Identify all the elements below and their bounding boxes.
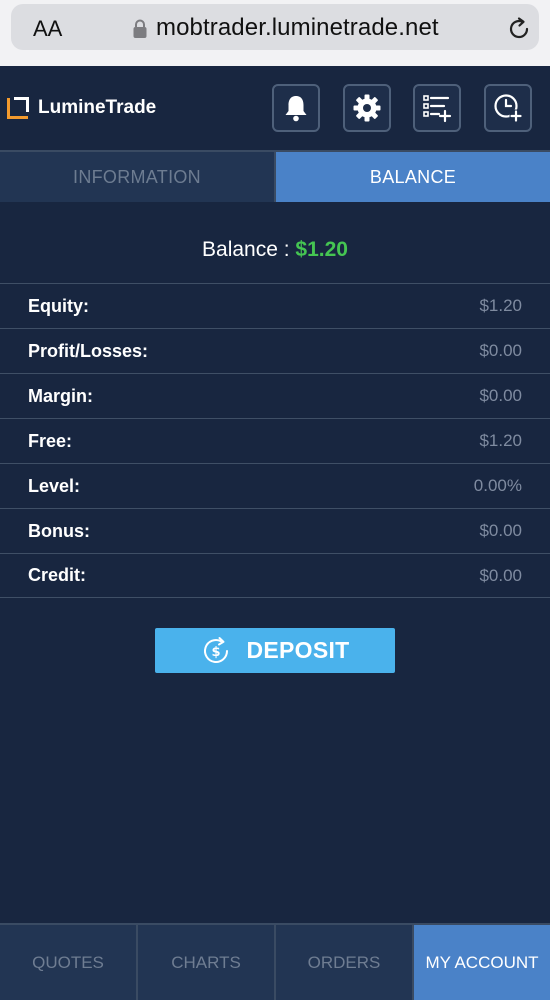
balance-label: Balance : <box>202 238 296 261</box>
row-label: Credit: <box>28 565 86 585</box>
browser-bar: AA mobtrader.luminetrade.net <box>0 0 550 66</box>
reload-icon[interactable] <box>506 16 532 42</box>
nav-quotes[interactable]: QUOTES <box>0 923 138 1000</box>
pending-order-button[interactable] <box>484 84 532 132</box>
row-value: 0.00% <box>473 476 522 495</box>
gear-icon <box>353 94 381 122</box>
app-header: LumineTrade <box>0 66 550 150</box>
row-label: Equity: <box>28 295 89 316</box>
row-value: $1.20 <box>479 296 522 315</box>
row-value: $0.00 <box>479 521 522 540</box>
row-free: Free: $1.20 <box>0 418 550 463</box>
text-size-button[interactable]: AA <box>33 16 62 42</box>
row-label: Bonus: <box>28 520 90 541</box>
brand-logo-icon <box>7 97 29 119</box>
row-value: $0.00 <box>479 565 522 585</box>
svg-text:$: $ <box>212 645 221 660</box>
row-level: Level: 0.00% <box>0 463 550 508</box>
account-details: Equity: $1.20 Profit/Losses: $0.00 Margi… <box>0 283 550 598</box>
address-bar[interactable]: AA mobtrader.luminetrade.net <box>11 4 539 50</box>
row-value: $0.00 <box>479 386 522 405</box>
balance-amount: $1.20 <box>295 238 348 261</box>
tab-information[interactable]: INFORMATION <box>0 152 276 202</box>
list-add-icon <box>423 95 452 123</box>
new-order-button[interactable] <box>413 84 461 132</box>
row-margin: Margin: $0.00 <box>0 373 550 418</box>
lock-icon <box>133 19 147 38</box>
bell-icon <box>285 96 307 122</box>
deposit-button[interactable]: $ DEPOSIT <box>155 628 395 673</box>
balance-summary: Balance : $1.20 <box>0 238 550 262</box>
row-label: Margin: <box>28 385 93 406</box>
row-bonus: Bonus: $0.00 <box>0 508 550 553</box>
row-label: Level: <box>28 475 81 496</box>
settings-button[interactable] <box>343 84 391 132</box>
account-tabs: INFORMATION BALANCE <box>0 150 550 202</box>
deposit-coin-icon: $ <box>204 636 229 663</box>
row-profit-losses: Profit/Losses: $0.00 <box>0 328 550 373</box>
row-equity: Equity: $1.20 <box>0 283 550 328</box>
row-label: Free: <box>28 430 73 451</box>
clock-add-icon <box>494 94 523 123</box>
url-text[interactable]: mobtrader.luminetrade.net <box>156 14 439 42</box>
bottom-nav: QUOTES CHARTS ORDERS MY ACCOUNT <box>0 923 550 1000</box>
row-label: Profit/Losses: <box>28 340 149 361</box>
row-value: $1.20 <box>479 431 522 450</box>
deposit-label: DEPOSIT <box>246 637 350 663</box>
brand-name: LumineTrade <box>38 97 157 118</box>
row-credit: Credit: $0.00 <box>0 553 550 598</box>
nav-charts[interactable]: CHARTS <box>138 923 276 1000</box>
row-value: $0.00 <box>479 341 522 360</box>
nav-my-account[interactable]: MY ACCOUNT <box>414 923 550 1000</box>
notifications-button[interactable] <box>272 84 320 132</box>
tab-balance[interactable]: BALANCE <box>276 152 550 202</box>
nav-orders[interactable]: ORDERS <box>276 923 414 1000</box>
